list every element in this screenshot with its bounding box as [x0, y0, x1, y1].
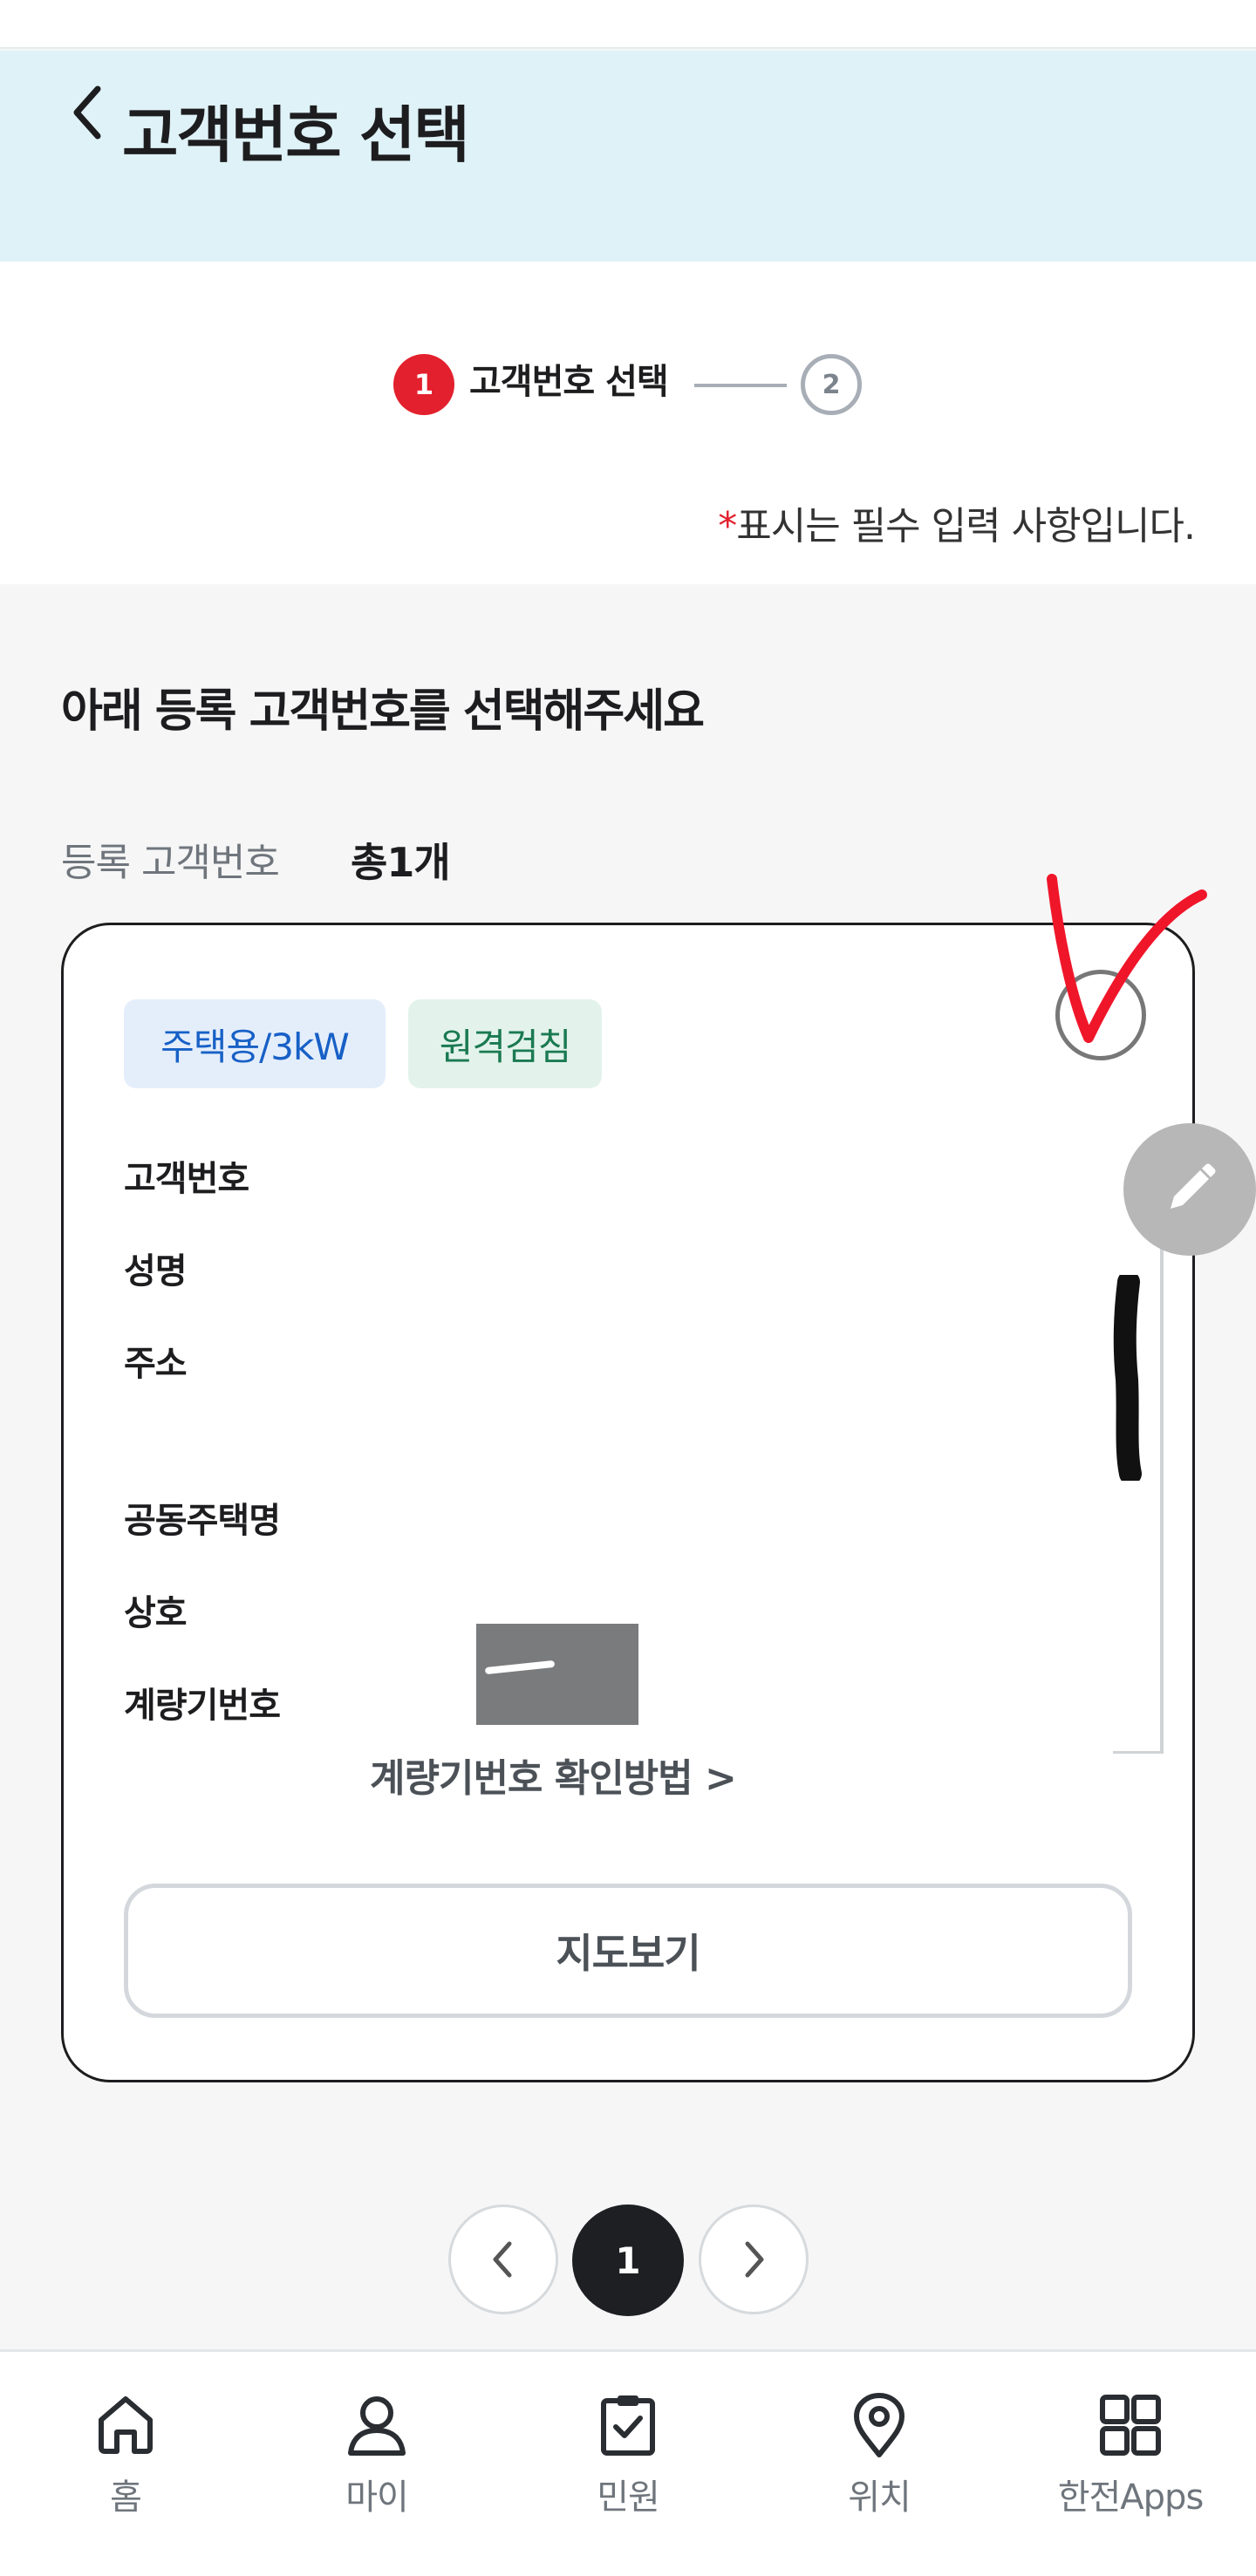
chevron-left-icon	[493, 2241, 512, 2278]
user-icon	[348, 2396, 406, 2456]
view-map-button[interactable]: 지도보기	[124, 1884, 1132, 2018]
business-name-label: 상호	[124, 1593, 188, 1633]
next-page-button[interactable]	[699, 2205, 809, 2314]
home-icon	[99, 2396, 153, 2454]
required-star: *	[718, 504, 737, 549]
step-1-label: 고객번호 선택	[469, 362, 669, 402]
status-bar	[0, 0, 1256, 49]
remote-reading-badge: 원격검침	[408, 999, 602, 1088]
page-title: 고객번호 선택	[122, 99, 470, 171]
red-check-annotation-icon	[1047, 874, 1207, 1043]
required-note: *표시는 필수 입력 사항입니다.	[718, 508, 1196, 546]
current-page[interactable]: 1	[572, 2205, 684, 2316]
apps-grid-icon	[1100, 2395, 1161, 2456]
nav-label-home: 홈	[110, 2477, 142, 2518]
name-label: 성명	[124, 1251, 188, 1291]
nav-item-home[interactable]: 홈	[30, 2365, 222, 2539]
pencil-icon	[1171, 1163, 1216, 1209]
nav-item-apps[interactable]: 한전Apps	[1034, 2365, 1226, 2539]
registered-count-value: 총1개	[351, 839, 451, 886]
meter-number-label: 계량기번호	[124, 1686, 281, 1726]
edit-fab-button[interactable]	[1123, 1123, 1256, 1256]
meter-number-help-link[interactable]: 계량기번호 확인방법 >	[370, 1760, 737, 1798]
nav-label-location: 위치	[848, 2477, 911, 2518]
black-marker-annotation-icon	[1113, 1275, 1142, 1481]
step-2-circle: 2	[801, 354, 862, 415]
nav-label-complaint: 민원	[597, 2477, 660, 2518]
redaction-white	[335, 1620, 478, 1725]
scrollbar-base	[1113, 1751, 1164, 1754]
redaction-gray	[476, 1624, 638, 1725]
required-note-text: 표시는 필수 입력 사항입니다.	[736, 504, 1196, 549]
chevron-left-icon	[73, 85, 101, 140]
nav-label-apps: 한전Apps	[1057, 2477, 1205, 2518]
step-1-circle: 1	[393, 354, 454, 415]
nav-item-my[interactable]: 마이	[281, 2365, 473, 2539]
section-title: 아래 등록 고객번호를 선택해주세요	[61, 685, 705, 738]
scrollbar-track[interactable]	[1160, 1221, 1164, 1753]
nav-item-location[interactable]: 위치	[783, 2365, 975, 2539]
usage-type-badge: 주택용/3kW	[124, 999, 386, 1088]
clipboard-check-icon	[601, 2395, 655, 2456]
nav-item-complaint[interactable]: 민원	[532, 2365, 724, 2539]
registered-count-label: 등록 고객번호	[61, 841, 280, 885]
step-connector	[694, 384, 787, 387]
chevron-right-icon	[745, 2241, 764, 2278]
back-button[interactable]	[61, 73, 113, 152]
location-pin-icon	[854, 2393, 904, 2457]
nav-label-my: 마이	[345, 2477, 409, 2518]
customer-number-label: 고객번호	[124, 1159, 249, 1199]
address-label: 주소	[124, 1344, 188, 1384]
apartment-name-label: 공동주택명	[124, 1501, 281, 1541]
prev-page-button[interactable]	[448, 2205, 558, 2314]
